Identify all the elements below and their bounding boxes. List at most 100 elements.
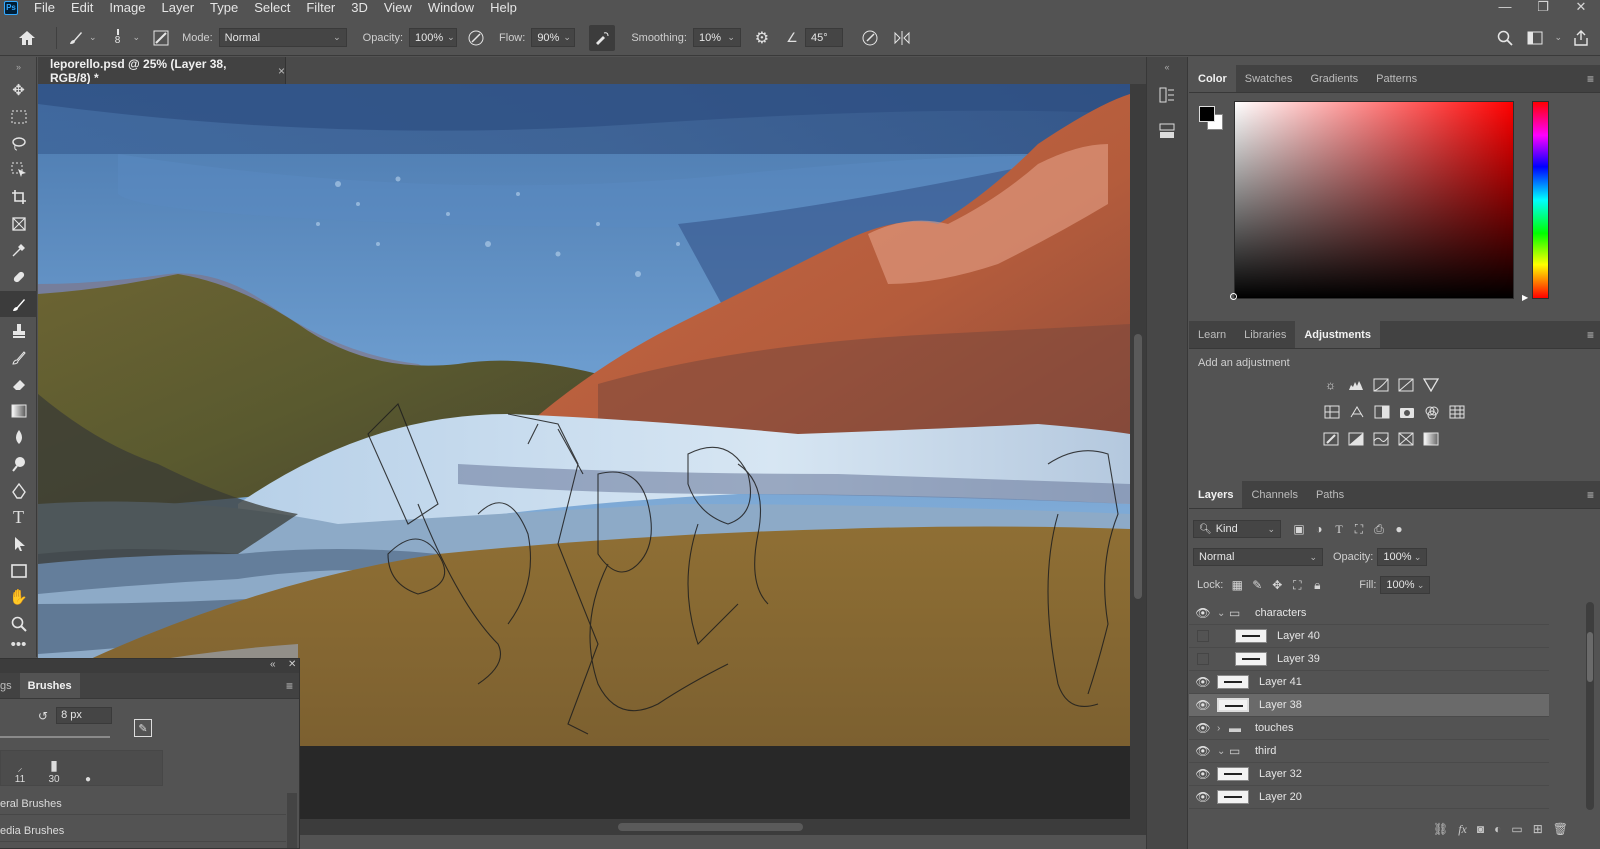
layer-opacity-field[interactable]: 100% ⌄ bbox=[1377, 548, 1428, 566]
panel-menu-icon[interactable]: ≡ bbox=[1587, 328, 1594, 342]
chevron-down-icon[interactable]: ⌄ bbox=[1217, 608, 1229, 619]
brush-preset[interactable]: ⸝ 11 bbox=[5, 751, 35, 785]
brushes-panel-titlebar[interactable]: « ✕ bbox=[0, 659, 299, 673]
pressure-opacity-icon[interactable] bbox=[463, 25, 489, 51]
panel-menu-icon[interactable]: ≡ bbox=[1587, 488, 1594, 502]
tab-libraries[interactable]: Libraries bbox=[1235, 321, 1295, 348]
lock-transparent-pixels-icon[interactable]: ▦ bbox=[1227, 576, 1247, 594]
airbrush-icon[interactable] bbox=[589, 24, 616, 51]
filter-toggle-icon[interactable]: ● bbox=[1389, 520, 1409, 538]
tab-layers[interactable]: Layers bbox=[1189, 481, 1243, 508]
smoothing-field[interactable]: 10% ⌄ bbox=[692, 28, 741, 47]
eye-icon[interactable]: 👁︎ bbox=[1189, 790, 1217, 804]
tab-brushes[interactable]: Brushes bbox=[19, 673, 80, 698]
pressure-size-icon[interactable] bbox=[857, 25, 883, 51]
chevron-down-icon[interactable]: ⌄ bbox=[1414, 552, 1422, 563]
menu-window[interactable]: Window bbox=[420, 0, 482, 15]
marquee-tool-icon[interactable] bbox=[0, 104, 37, 131]
menu-select[interactable]: Select bbox=[246, 0, 298, 15]
filter-smart-object-icon[interactable]: ⎙ bbox=[1369, 520, 1389, 538]
channel-mixer-icon[interactable] bbox=[1423, 404, 1441, 420]
panel-menu-icon[interactable]: ≡ bbox=[286, 679, 293, 693]
black-white-icon[interactable] bbox=[1373, 404, 1391, 420]
chevron-down-icon[interactable]: ⌄ bbox=[133, 32, 141, 43]
brushes-scrollbar[interactable] bbox=[287, 793, 297, 848]
layers-scrollbar[interactable] bbox=[1586, 602, 1594, 810]
opacity-field[interactable]: 100% ⌄ bbox=[409, 28, 458, 47]
tab-patterns[interactable]: Patterns bbox=[1367, 65, 1426, 92]
chevron-down-icon[interactable]: ⌄ bbox=[563, 32, 571, 43]
brush-preset[interactable]: ▮ 30 bbox=[39, 751, 69, 785]
new-brush-icon[interactable]: ✎ bbox=[134, 719, 152, 737]
layer-row[interactable]: Layer 39 bbox=[1189, 648, 1549, 671]
minimize-button[interactable]: — bbox=[1486, 0, 1524, 13]
scroll-thumb[interactable] bbox=[1587, 632, 1593, 682]
eyedropper-tool-icon[interactable] bbox=[0, 237, 37, 264]
frame-tool-icon[interactable] bbox=[0, 210, 37, 237]
share-icon[interactable] bbox=[1568, 25, 1594, 51]
posterize-icon[interactable] bbox=[1347, 431, 1365, 447]
brush-size-slider[interactable] bbox=[0, 736, 110, 738]
tab-color[interactable]: Color bbox=[1189, 65, 1236, 92]
type-tool-icon[interactable]: T bbox=[0, 504, 37, 531]
brush-group-general[interactable]: eral Brushes bbox=[0, 793, 286, 815]
clone-stamp-tool-icon[interactable] bbox=[0, 317, 37, 344]
color-field[interactable] bbox=[1234, 101, 1514, 299]
chevron-right-icon[interactable]: › bbox=[1217, 723, 1229, 734]
chevron-down-icon[interactable]: ⌄ bbox=[447, 32, 455, 43]
vertical-scrollbar[interactable] bbox=[1130, 84, 1146, 819]
tab-adjustments[interactable]: Adjustments bbox=[1295, 321, 1380, 348]
search-icon[interactable] bbox=[1492, 25, 1518, 51]
tab-channels[interactable]: Channels bbox=[1242, 481, 1306, 508]
collapse-toolbar-icon[interactable]: » bbox=[0, 57, 37, 77]
collapse-panel-icon[interactable]: « bbox=[270, 659, 276, 670]
history-panel-icon[interactable] bbox=[1147, 77, 1187, 113]
flow-field[interactable]: 90% ⌄ bbox=[531, 28, 576, 47]
invert-icon[interactable] bbox=[1322, 431, 1340, 447]
vibrance-icon[interactable] bbox=[1422, 377, 1440, 393]
brush-preset[interactable]: ● bbox=[73, 751, 103, 785]
menu-help[interactable]: Help bbox=[482, 0, 525, 15]
pen-tool-icon[interactable] bbox=[0, 477, 37, 504]
artwork-canvas[interactable] bbox=[38, 84, 1130, 746]
collapse-dock-icon[interactable]: « bbox=[1147, 57, 1187, 77]
curves-icon[interactable] bbox=[1372, 377, 1390, 393]
blur-tool-icon[interactable] bbox=[0, 424, 37, 451]
object-selection-tool-icon[interactable] bbox=[0, 157, 37, 184]
gradient-tool-icon[interactable] bbox=[0, 397, 37, 424]
hue-slider[interactable] bbox=[1532, 101, 1549, 299]
chevron-down-icon[interactable]: ⌄ bbox=[1417, 580, 1425, 591]
menu-view[interactable]: View bbox=[376, 0, 420, 15]
mode-select[interactable]: Normal ⌄ bbox=[218, 28, 347, 47]
lasso-tool-icon[interactable] bbox=[0, 130, 37, 157]
gradient-map-icon[interactable] bbox=[1422, 431, 1440, 447]
visibility-toggle-off[interactable] bbox=[1197, 630, 1209, 642]
add-mask-icon[interactable]: ◙ bbox=[1477, 822, 1484, 836]
angle-field[interactable]: 45° bbox=[804, 28, 843, 47]
crop-tool-icon[interactable] bbox=[0, 184, 37, 211]
chevron-down-icon[interactable]: ⌄ bbox=[1554, 32, 1562, 43]
color-balance-icon[interactable] bbox=[1348, 404, 1366, 420]
selective-color-icon[interactable] bbox=[1397, 431, 1415, 447]
lock-position-icon[interactable]: ✥ bbox=[1267, 576, 1287, 594]
dodge-tool-icon[interactable] bbox=[0, 451, 37, 478]
brush-tool-preset-icon[interactable] bbox=[63, 25, 89, 51]
path-selection-tool-icon[interactable] bbox=[0, 531, 37, 558]
filter-shape-icon[interactable]: ⛶ bbox=[1349, 520, 1369, 538]
hue-saturation-icon[interactable] bbox=[1323, 404, 1341, 420]
gear-icon[interactable]: ⚙ bbox=[749, 25, 775, 51]
document-tab[interactable]: leporello.psd @ 25% (Layer 38, RGB/8) * … bbox=[38, 57, 286, 85]
menu-type[interactable]: Type bbox=[202, 0, 246, 15]
layer-group-third[interactable]: 👁︎ ⌄ ▭ third bbox=[1189, 740, 1549, 763]
fill-field[interactable]: 100% ⌄ bbox=[1380, 576, 1431, 594]
more-tools-icon[interactable]: ••• bbox=[0, 636, 37, 653]
menu-file[interactable]: File bbox=[26, 0, 63, 15]
menu-edit[interactable]: Edit bbox=[63, 0, 101, 15]
color-field-marker[interactable] bbox=[1230, 293, 1237, 300]
scroll-thumb[interactable] bbox=[618, 823, 803, 831]
filter-type-select[interactable]: 🔍︎ Kind ⌄ bbox=[1193, 520, 1281, 538]
tab-learn[interactable]: Learn bbox=[1189, 321, 1235, 348]
lock-all-icon[interactable]: 🔒︎ bbox=[1307, 576, 1327, 594]
layer-group-touches[interactable]: 👁︎ › ▬ touches bbox=[1189, 717, 1549, 740]
blend-mode-select[interactable]: Normal ⌄ bbox=[1193, 548, 1323, 566]
